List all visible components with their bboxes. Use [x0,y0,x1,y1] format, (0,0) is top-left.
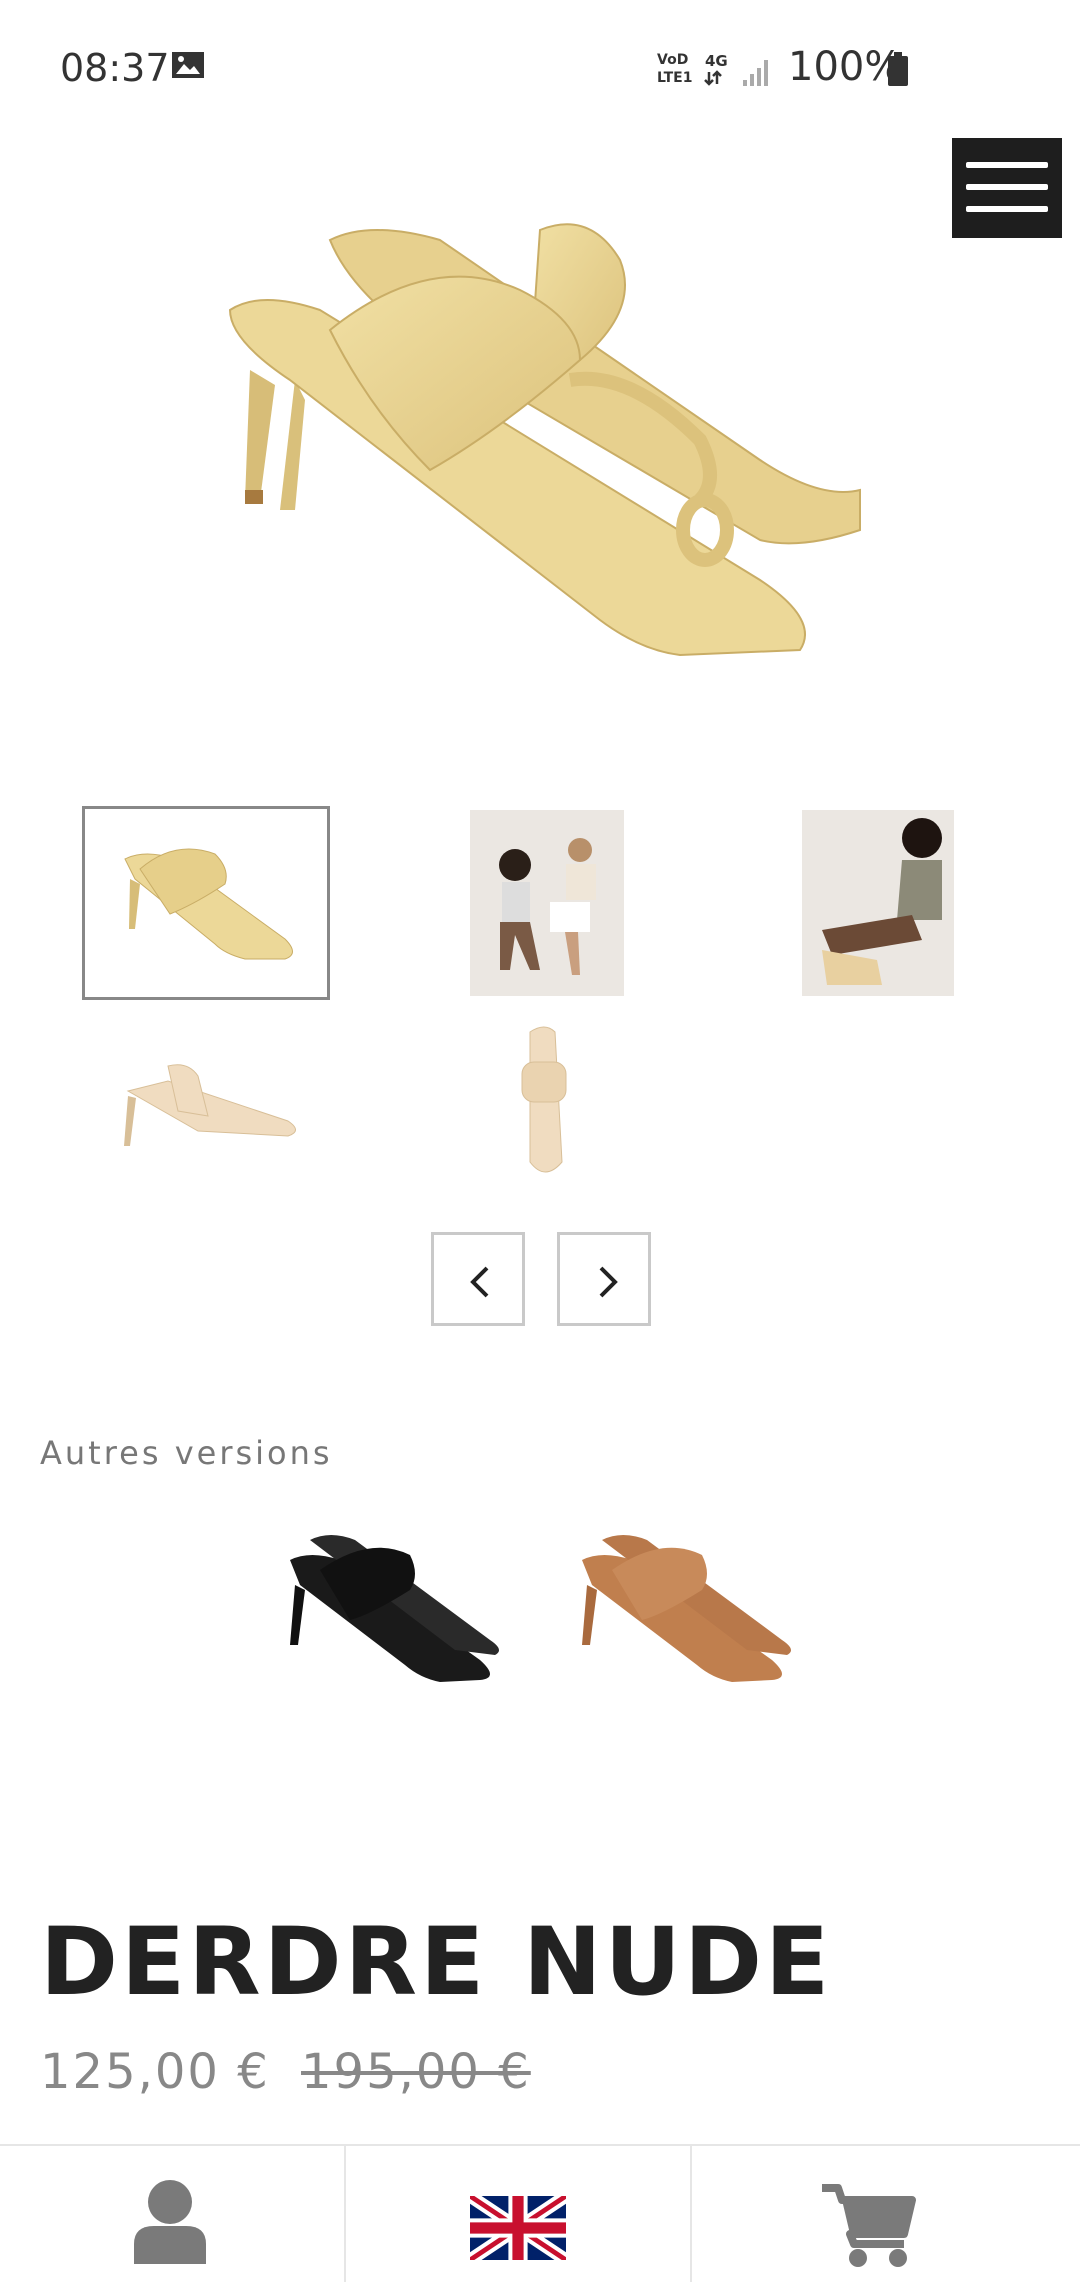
bottom-navigation [0,2144,1080,2282]
thumbnail-model-image [802,810,954,996]
signal-icon: VoD LTE1 4G [657,52,768,86]
version-black-image [290,1535,499,1682]
gallery-notification-icon [172,52,204,78]
version-black-link[interactable] [240,1500,530,1740]
price-old: 195,00 € [301,2044,531,2100]
language-button[interactable] [346,2146,692,2282]
status-time: 08:37 [60,46,170,90]
main-product-image[interactable] [200,200,1080,800]
thumbnail-5[interactable] [430,1012,656,1188]
price-current: 125,00 € [40,2044,270,2100]
menu-line [966,184,1048,190]
thumbnail-models-image [470,810,624,996]
gallery-next-button[interactable] [557,1232,651,1326]
cart-button[interactable] [692,2146,1080,2282]
gallery-prev-button[interactable] [431,1232,525,1326]
thumbnail-top-image [521,1026,567,1173]
thumbnail-1[interactable] [82,806,330,1000]
product-title: DERDRE NUDE [40,1908,833,2017]
thumbnail-4[interactable] [88,1016,324,1186]
version-tan-image [582,1535,791,1682]
thumbnail-3[interactable] [802,810,954,996]
network-label-bottom: LTE1 [657,70,692,86]
user-icon [134,2180,206,2264]
network-label-top: VoD [657,52,688,68]
price-row: 125,00 € 195,00 € [40,2044,531,2100]
chevron-right-icon [599,1266,618,1298]
menu-line [966,162,1048,168]
chevron-left-icon [470,1266,489,1298]
thumbnail-side-image [124,1064,296,1146]
battery-percent: 100% [788,44,903,90]
cart-icon [822,2184,916,2267]
uk-flag-icon [470,2196,566,2260]
thumbnail-sandal-image [124,848,293,960]
status-bar: 08:37 VoD LTE1 4G 100% [0,0,1080,140]
version-tan-link[interactable] [552,1500,842,1740]
network-type: 4G [705,52,728,70]
other-versions-title: Autres versions [40,1434,333,1472]
thumbnail-2[interactable] [470,810,624,996]
battery-icon [888,52,908,86]
account-button[interactable] [0,2146,346,2282]
